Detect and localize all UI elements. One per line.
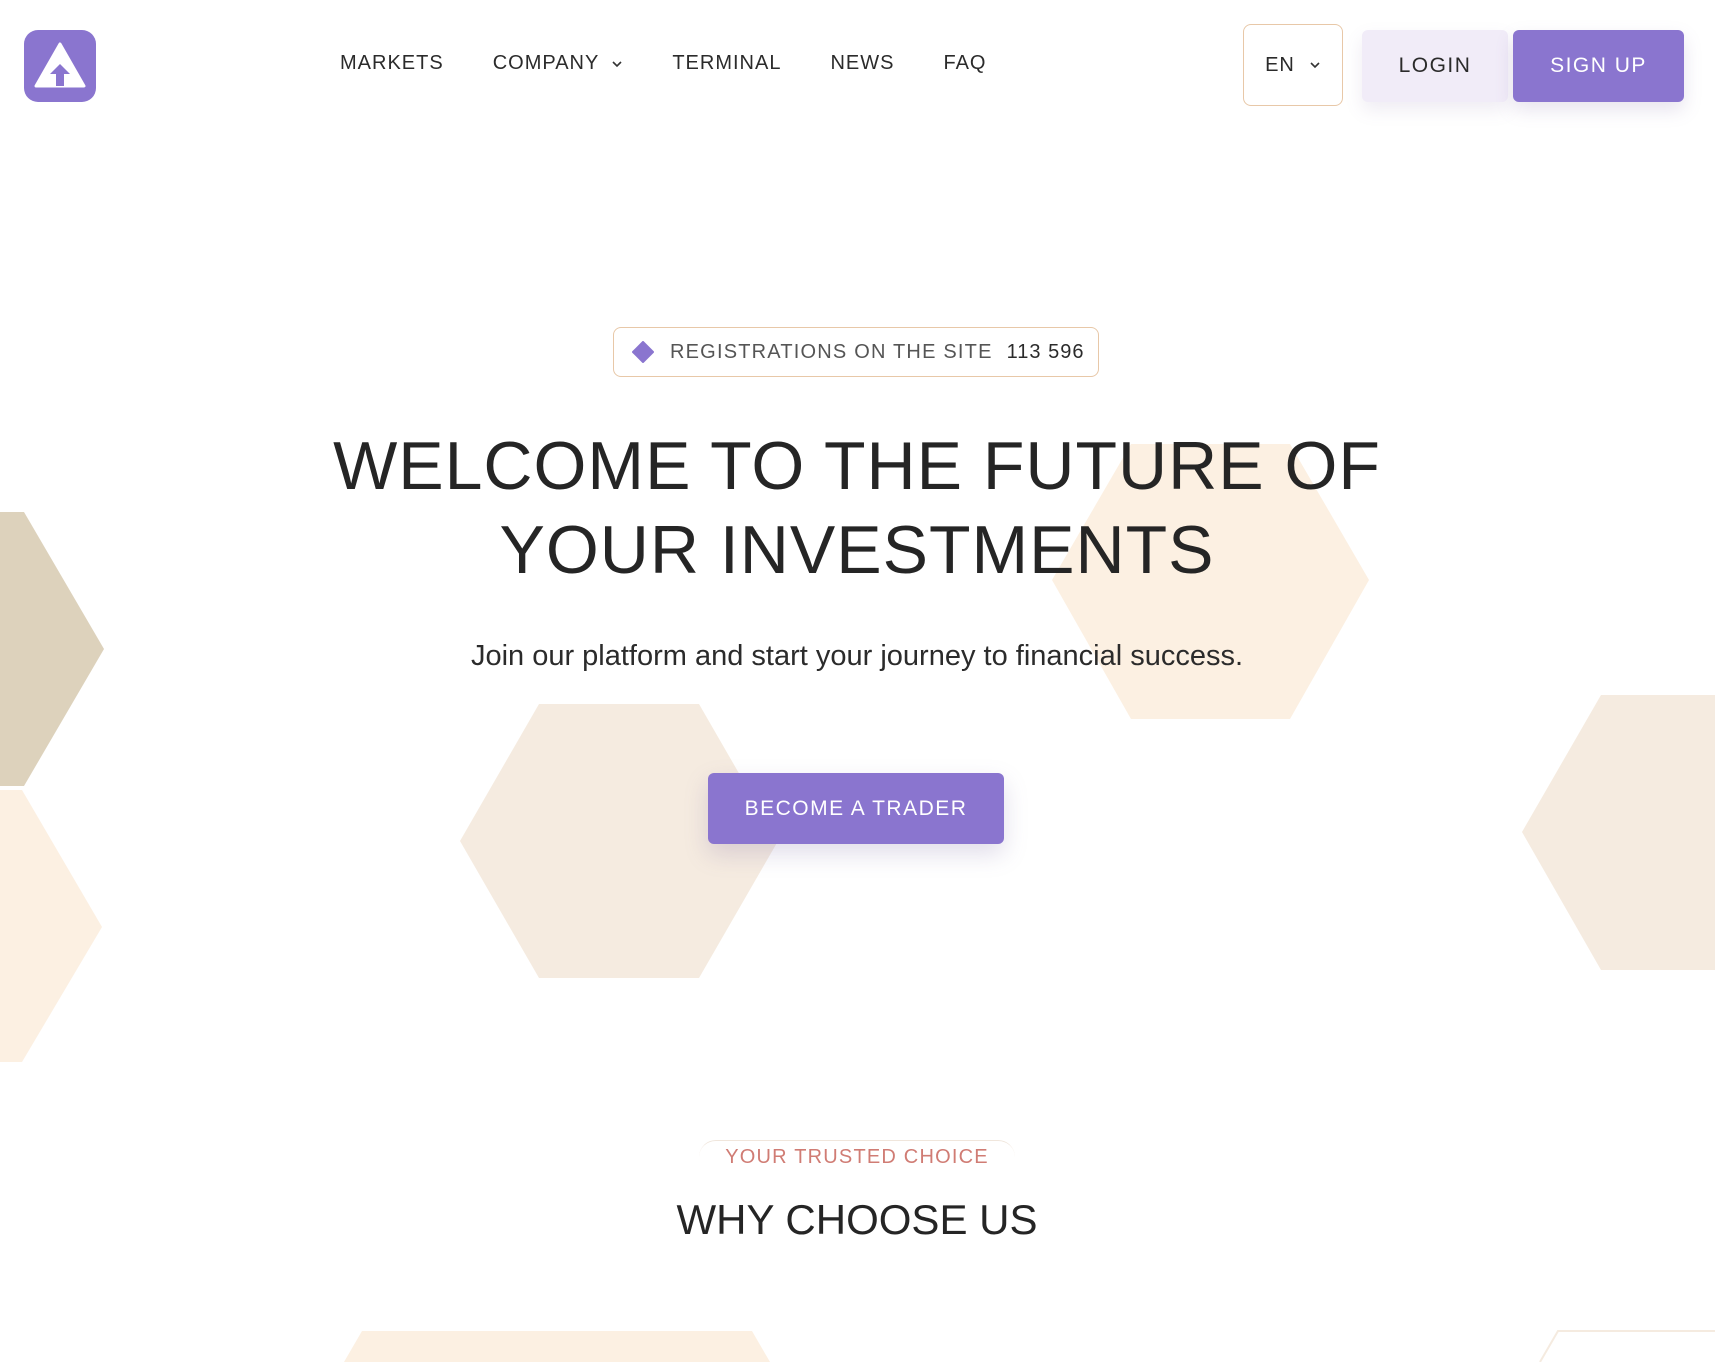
hero-subtitle: Join our platform and start your journey… <box>470 640 1244 672</box>
hero-title-line: YOUR INVESTMENTS <box>499 512 1215 588</box>
hero-title: WELCOME TO THE FUTURE OF YOUR INVESTMENT… <box>257 424 1457 592</box>
registrations-badge: REGISTRATIONS ON THE SITE 113 596 <box>613 327 1099 377</box>
bg-hexagon-outline <box>1539 1330 1715 1362</box>
chevron-down-icon <box>1309 61 1321 69</box>
language-select[interactable]: EN <box>1243 24 1343 106</box>
registrations-count: 113 596 <box>1006 340 1085 363</box>
bg-hexagon <box>1522 695 1715 970</box>
registrations-label: REGISTRATIONS ON THE SITE <box>670 340 993 363</box>
section-title: WHY CHOOSE US <box>676 1196 1038 1243</box>
login-button[interactable]: LOGIN <box>1362 30 1508 102</box>
nav-label: FAQ <box>943 52 987 74</box>
section-tag: YOUR TRUSTED CHOICE <box>699 1140 1015 1174</box>
bg-hexagon <box>344 1331 770 1362</box>
nav-faq[interactable]: FAQ <box>943 52 986 75</box>
nav-label: NEWS <box>830 52 895 74</box>
nav-label: TERMINAL <box>672 52 782 74</box>
become-trader-button[interactable]: BECOME A TRADER <box>708 773 1004 844</box>
signup-button[interactable]: SIGN UP <box>1513 30 1684 102</box>
landing-page: MARKETS COMPANY TERMINAL NEWS FAQ EN LOG… <box>0 0 1715 1362</box>
chevron-down-icon <box>611 60 623 68</box>
nav-news[interactable]: NEWS <box>830 52 894 75</box>
nav-company[interactable]: COMPANY <box>493 52 624 75</box>
arrow-up-triangle-icon <box>34 42 86 88</box>
nav-label: COMPANY <box>492 52 600 74</box>
main-nav: MARKETS COMPANY TERMINAL NEWS FAQ <box>340 52 986 75</box>
nav-markets[interactable]: MARKETS <box>340 52 444 75</box>
bg-hexagon <box>0 790 102 1062</box>
nav-terminal[interactable]: TERMINAL <box>672 52 781 75</box>
diamond-icon <box>632 341 654 363</box>
hero-title-line: WELCOME TO THE FUTURE OF <box>333 428 1381 504</box>
logo[interactable] <box>24 30 96 102</box>
nav-label: MARKETS <box>340 52 444 74</box>
language-value: EN <box>1265 53 1295 76</box>
bg-hexagon <box>0 512 104 786</box>
